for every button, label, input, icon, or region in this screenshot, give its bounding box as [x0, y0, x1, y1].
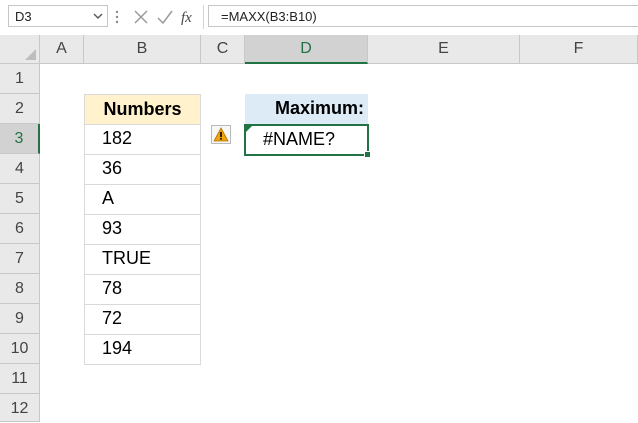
numbers-header-cell[interactable]: Numbers: [84, 94, 201, 125]
more-dots-icon[interactable]: [115, 9, 119, 25]
chevron-down-icon[interactable]: [93, 11, 103, 21]
number-cell[interactable]: A: [84, 184, 201, 215]
row-header-5[interactable]: 5: [0, 184, 40, 214]
row-header-8[interactable]: 8: [0, 274, 40, 304]
number-cell[interactable]: 36: [84, 154, 201, 185]
select-all-corner[interactable]: [0, 35, 40, 64]
name-box[interactable]: D3: [8, 5, 108, 27]
column-header-e[interactable]: E: [368, 35, 520, 64]
error-indicator-icon: [246, 126, 252, 132]
number-cell[interactable]: 72: [84, 304, 201, 335]
row-header-11[interactable]: 11: [0, 364, 40, 394]
svg-text:fx: fx: [181, 10, 192, 26]
number-cell[interactable]: 78: [84, 274, 201, 305]
formula-text: =MAXX(B3:B10): [221, 9, 317, 24]
column-header-f[interactable]: F: [520, 35, 638, 64]
column-header-c[interactable]: C: [201, 35, 245, 64]
row-header-1[interactable]: 1: [0, 64, 40, 94]
enter-check-icon[interactable]: [155, 7, 175, 27]
number-cell[interactable]: TRUE: [84, 244, 201, 275]
column-header-d[interactable]: D: [245, 35, 368, 64]
column-header-b[interactable]: B: [84, 35, 201, 64]
row-header-2[interactable]: 2: [0, 94, 40, 124]
row-header-7[interactable]: 7: [0, 244, 40, 274]
name-box-value: D3: [15, 9, 32, 24]
row-header-4[interactable]: 4: [0, 154, 40, 184]
warning-triangle-icon: [213, 127, 229, 142]
row-header-9[interactable]: 9: [0, 304, 40, 334]
fx-icon[interactable]: fx: [179, 7, 199, 27]
row-header-12[interactable]: 12: [0, 394, 40, 422]
fill-handle[interactable]: [364, 151, 371, 158]
formula-separator: [203, 5, 204, 29]
number-cell[interactable]: 93: [84, 214, 201, 245]
number-cell[interactable]: 194: [84, 334, 201, 365]
formula-bar: D3 fx =MAXX(B3:B10): [0, 0, 638, 36]
cancel-x-icon[interactable]: [131, 7, 151, 27]
maximum-header-cell[interactable]: Maximum:: [245, 94, 368, 124]
row-header-6[interactable]: 6: [0, 214, 40, 244]
column-header-a[interactable]: A: [40, 35, 84, 64]
select-all-triangle-icon: [25, 49, 36, 60]
error-value: #NAME?: [263, 129, 336, 149]
row-header-10[interactable]: 10: [0, 334, 40, 364]
number-cell[interactable]: 182: [84, 124, 201, 155]
error-warning-button[interactable]: [211, 125, 231, 144]
row-header-3[interactable]: 3: [0, 124, 40, 154]
active-cell-d3[interactable]: #NAME?: [244, 124, 371, 158]
formula-input[interactable]: =MAXX(B3:B10): [208, 5, 638, 27]
